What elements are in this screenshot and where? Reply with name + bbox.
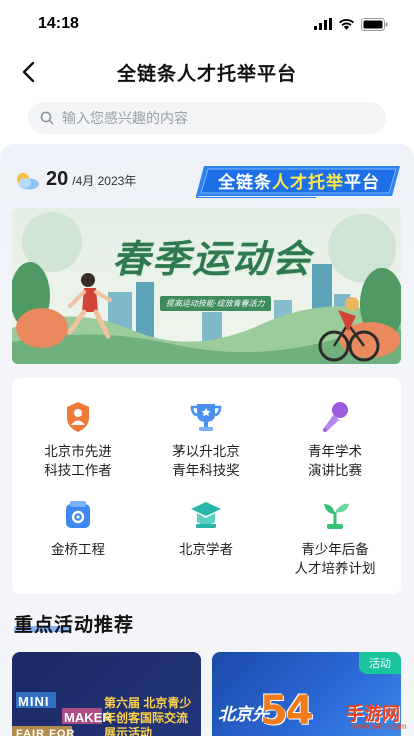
section-title: 重点活动推荐 [14,615,135,636]
program-grid: 北京市先进 科技工作者 茅以升北京 青年科技奖 青年学术 演讲比赛 金桥工程 北… [12,378,401,594]
grid-item-label: 青年学术 演讲比赛 [308,444,362,478]
status-icons [314,17,388,31]
card1-title: 第六届 北京青少年创客国际交流展示活动 [104,696,192,736]
platform-badge: 全链条人才托举平台 [196,164,400,198]
grid-item-mao-yisheng-award[interactable]: 茅以升北京 青年科技奖 [142,400,270,480]
platform-badge-part3: 平台 [344,173,380,192]
wifi-icon [339,19,354,30]
platform-badge-label: 全链条人才托举平台 [218,168,380,193]
badge-people-icon [67,402,89,432]
activity-card-maker-fair[interactable]: MINI MAKER FAIR FOR 第六届 北京青少年创客国际交流展示活动 [12,652,201,736]
nav-bar: 全链条人才托举平台 [0,48,414,96]
chevron-left-icon [22,61,35,83]
banner-title: 春季运动会 [112,236,313,281]
sprout-icon [324,503,349,529]
grid-item-label: 金桥工程 [51,542,105,557]
grid-item-beijing-scholar[interactable]: 北京学者 [142,498,270,559]
grid-item-youth-talent-plan[interactable]: 青少年后备 人才培养计划 [271,498,399,578]
microphone-icon [323,402,348,432]
graduation-cap-icon [191,502,221,528]
page-title: 全链条人才托举平台 [116,63,297,85]
grid-item-label: 北京市先进 科技工作者 [44,444,112,478]
date-day: 20 [46,168,69,190]
grid-item-advanced-worker[interactable]: 北京市先进 科技工作者 [14,400,142,480]
signal-icon [314,18,332,30]
gear-box-icon [66,501,90,528]
card1-fair: FAIR FOR [16,728,76,736]
date-month-year: /4月 2023年 [72,174,137,188]
watermark-number: 54 [260,688,314,734]
weather-icon [17,173,39,190]
search-input[interactable] [62,110,362,126]
watermark-logo: 54 手游网 www.54hb.com [260,688,410,736]
grid-item-speech-contest[interactable]: 青年学术 演讲比赛 [271,400,399,480]
status-bar: 14:18 [0,0,414,48]
activity-tag: 活动 [359,652,401,674]
event-banner[interactable]: 春季运动会 提高运动技能·绽放青春活力 [12,208,401,364]
status-time: 14:18 [38,15,79,32]
grid-item-label: 茅以升北京 青年科技奖 [172,444,240,478]
battery-icon [361,17,388,31]
grid-item-golden-bridge[interactable]: 金桥工程 [14,498,142,559]
grid-item-label: 北京学者 [179,542,233,557]
search-icon [40,111,54,125]
grid-item-label: 青少年后备 人才培养计划 [294,542,376,576]
platform-badge-part1: 全链条 [218,173,272,192]
card1-mini: MINI [18,694,50,709]
back-button[interactable] [14,58,42,86]
platform-badge-part2: 人才托举 [272,173,344,192]
banner-subtitle: 提高运动技能·绽放青春活力 [160,296,271,311]
trophy-icon [190,404,222,431]
search-bar[interactable] [28,102,386,134]
watermark-url: www.54hb.com [352,722,407,731]
date-display: 20 /4月 2023年 [46,168,136,190]
